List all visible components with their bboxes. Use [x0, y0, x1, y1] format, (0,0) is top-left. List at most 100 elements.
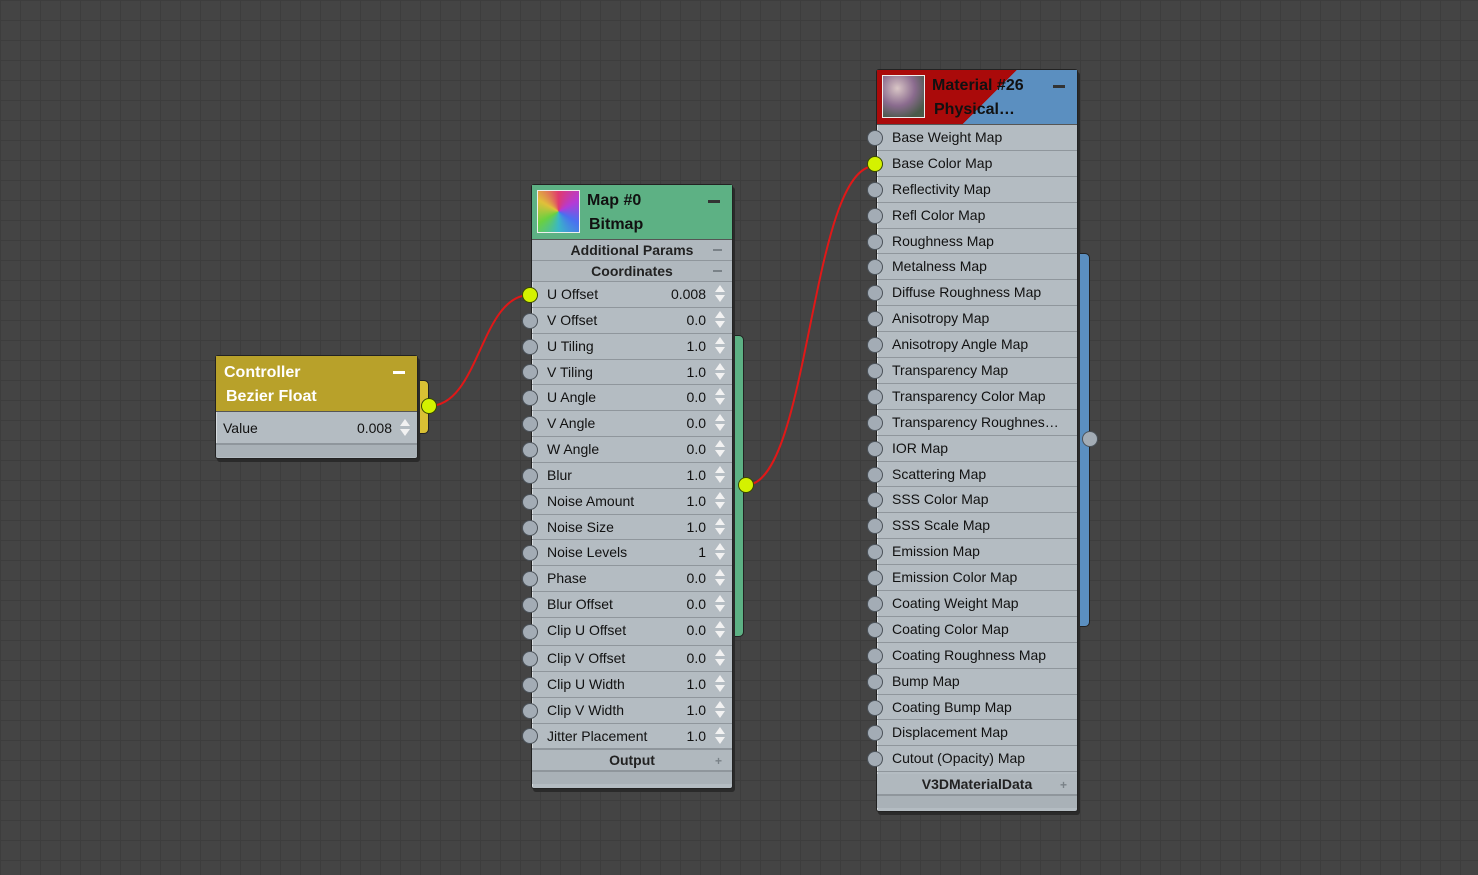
map-slot-row[interactable]: Base Color Map	[877, 151, 1077, 177]
controller-param-row[interactable]: Value 0.008	[216, 412, 417, 444]
map-input-socket[interactable]	[867, 595, 883, 612]
controller-param-value[interactable]: 0.008	[357, 420, 392, 436]
map-slot-row[interactable]: SSS Color Map	[877, 487, 1077, 514]
map-slot-row[interactable]: Coating Color Map	[877, 617, 1077, 643]
map-slot-row[interactable]: Metalness Map	[877, 254, 1077, 281]
value-spinner[interactable]	[715, 413, 725, 433]
value-spinner[interactable]	[715, 310, 725, 330]
param-row[interactable]: Phase 0.0	[532, 566, 732, 593]
map-input-socket[interactable]	[867, 207, 883, 224]
map-input-socket[interactable]	[867, 621, 883, 638]
param-value[interactable]: 1.0	[687, 702, 706, 718]
value-spinner[interactable]	[715, 648, 725, 668]
param-row[interactable]: U Tiling 1.0	[532, 334, 732, 360]
param-value[interactable]: 0.0	[687, 570, 706, 586]
map-slot-row[interactable]: Coating Weight Map	[877, 591, 1077, 617]
section-coordinates[interactable]: Coordinates	[532, 261, 732, 282]
map-slot-row[interactable]: Anisotropy Angle Map	[877, 332, 1077, 359]
param-input-socket[interactable]	[522, 519, 538, 536]
param-input-socket[interactable]	[522, 493, 538, 510]
value-spinner[interactable]	[715, 491, 725, 511]
map-input-socket[interactable]	[867, 362, 883, 379]
param-row[interactable]: Clip U Width 1.0	[532, 672, 732, 698]
map-slot-row[interactable]: Emission Color Map	[877, 565, 1077, 592]
minus-icon[interactable]	[713, 270, 722, 272]
wire-bitmap-to-base-color[interactable]	[745, 165, 876, 486]
value-spinner[interactable]	[715, 594, 725, 614]
material-node[interactable]: Material #26 Physical… Base Weight Map Ba…	[876, 69, 1078, 812]
param-row[interactable]: U Offset 0.008	[532, 282, 732, 308]
param-value[interactable]: 1.0	[687, 728, 706, 744]
param-row[interactable]: Noise Levels 1	[532, 540, 732, 567]
value-spinner[interactable]	[715, 387, 725, 407]
controller-node[interactable]: Controller Bezier Float Value 0.008	[215, 355, 418, 459]
collapse-button[interactable]	[1053, 85, 1065, 88]
param-value[interactable]: 0.0	[687, 441, 706, 457]
param-input-socket[interactable]	[522, 441, 538, 458]
param-input-socket[interactable]	[522, 597, 538, 614]
map-slot-row[interactable]: Reflectivity Map	[877, 177, 1077, 203]
value-spinner[interactable]	[715, 568, 725, 588]
map-slot-row[interactable]: Transparency Roughnes…	[877, 410, 1077, 436]
param-row[interactable]: Clip U Offset 0.0	[532, 618, 732, 646]
param-value[interactable]: 1.0	[687, 519, 706, 535]
map-slot-row[interactable]: Bump Map	[877, 669, 1077, 695]
param-input-socket[interactable]	[522, 312, 538, 329]
value-spinner[interactable]	[400, 418, 410, 438]
wire-controller-to-u-offset[interactable]	[428, 294, 531, 407]
value-spinner[interactable]	[715, 465, 725, 485]
param-row[interactable]: Noise Amount 1.0	[532, 489, 732, 515]
param-input-socket[interactable]	[522, 286, 538, 303]
map-input-socket[interactable]	[867, 414, 883, 431]
value-spinner[interactable]	[715, 542, 725, 562]
map-slot-row[interactable]: Scattering Map	[877, 462, 1077, 488]
param-row[interactable]: Clip V Offset 0.0	[532, 646, 732, 672]
map-slot-row[interactable]: SSS Scale Map	[877, 513, 1077, 540]
plus-icon[interactable]: +	[1060, 779, 1067, 791]
param-input-socket[interactable]	[522, 702, 538, 719]
param-value[interactable]: 0.0	[687, 650, 706, 666]
param-value[interactable]: 1	[698, 544, 706, 560]
param-value[interactable]: 1.0	[687, 467, 706, 483]
minus-icon[interactable]	[713, 249, 722, 251]
value-spinner[interactable]	[715, 726, 725, 746]
map-slot-row[interactable]: Cutout (Opacity) Map	[877, 746, 1077, 773]
param-row[interactable]: Noise Size 1.0	[532, 515, 732, 541]
map-slot-row[interactable]: Coating Roughness Map	[877, 643, 1077, 669]
map-input-socket[interactable]	[867, 647, 883, 664]
param-input-socket[interactable]	[522, 338, 538, 355]
value-spinner[interactable]	[715, 620, 725, 640]
map-slot-row[interactable]: Coating Bump Map	[877, 695, 1077, 721]
param-value[interactable]: 1.0	[687, 338, 706, 354]
param-value[interactable]: 0.0	[687, 596, 706, 612]
map-input-socket[interactable]	[867, 155, 883, 172]
map-input-socket[interactable]	[867, 129, 883, 146]
map-input-socket[interactable]	[867, 466, 883, 483]
controller-header[interactable]: Controller Bezier Float	[216, 356, 417, 412]
value-spinner[interactable]	[715, 700, 725, 720]
param-value[interactable]: 1.0	[687, 493, 706, 509]
value-spinner[interactable]	[715, 439, 725, 459]
map-slot-row[interactable]: Roughness Map	[877, 229, 1077, 255]
param-value[interactable]: 1.0	[687, 364, 706, 380]
map-input-socket[interactable]	[867, 699, 883, 716]
map-slot-row[interactable]: Emission Map	[877, 539, 1077, 566]
material-header[interactable]: Material #26 Physical…	[877, 70, 1077, 125]
map-slot-row[interactable]: Transparency Color Map	[877, 384, 1077, 410]
param-input-socket[interactable]	[522, 467, 538, 484]
map-slot-row[interactable]: Base Weight Map	[877, 125, 1077, 151]
param-row[interactable]: Jitter Placement 1.0	[532, 724, 732, 750]
param-value[interactable]: 0.0	[687, 415, 706, 431]
map-input-socket[interactable]	[867, 440, 883, 457]
value-spinner[interactable]	[715, 674, 725, 694]
map-slot-row[interactable]: Refl Color Map	[877, 203, 1077, 229]
param-row[interactable]: Blur Offset 0.0	[532, 592, 732, 618]
param-value[interactable]: 0.0	[687, 389, 706, 405]
map-input-socket[interactable]	[867, 388, 883, 405]
bitmap-node[interactable]: Map #0 Bitmap Additional Params Coordina…	[531, 184, 733, 789]
param-row[interactable]: V Offset 0.0	[532, 308, 732, 334]
param-value[interactable]: 0.0	[687, 622, 706, 638]
map-slot-row[interactable]: Anisotropy Map	[877, 306, 1077, 333]
value-spinner[interactable]	[715, 336, 725, 356]
material-output-socket[interactable]	[1082, 431, 1098, 447]
